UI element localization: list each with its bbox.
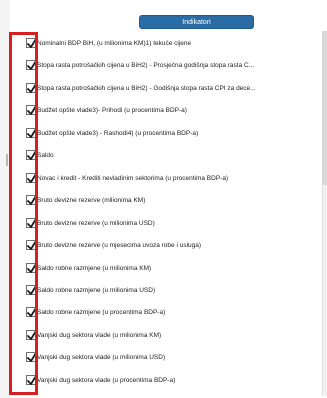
indicator-list-item[interactable]: Bruto devizne rezerve (u mjesecima uvoza… — [10, 236, 320, 258]
indicator-list-item[interactable]: Saldo robne razmjene (u milionima KM) — [10, 259, 320, 281]
indicator-label: Vanjski dug sektora vlade (u procentima … — [37, 376, 176, 384]
indicator-checkbox[interactable] — [26, 374, 37, 385]
indicator-checkbox[interactable] — [26, 307, 37, 318]
indicator-list-item[interactable]: Saldo robne razmjene (u milionima USD) — [10, 281, 320, 303]
indicator-list-item[interactable]: Bruto devizne rezerve (u milionima USD) — [10, 214, 320, 236]
indicator-label: Budžet opšte vlade3) - Rashodi4) (u proc… — [37, 129, 199, 137]
indicator-list-item[interactable]: Novac i kredit - Krediti nevladinim sekt… — [10, 169, 320, 191]
indicator-checkbox[interactable] — [26, 172, 37, 183]
panel-title-badge: Indikatori — [139, 15, 254, 29]
indicator-label: Novac i kredit - Krediti nevladinim sekt… — [37, 174, 229, 182]
indicator-list-item[interactable]: Vanjski dug sektora vlade (u procentima … — [10, 371, 320, 393]
indicator-label: Budžet opšte vlade3)- Prihodi (u procent… — [37, 107, 187, 115]
indicator-label: Bruto devizne rezerve (u mjesecima uvoza… — [37, 242, 202, 250]
indicator-list-item[interactable]: Saldo robne razmjene (u procentima BDP-a… — [10, 303, 320, 325]
indicator-label: Nominalni BDP BiH, (u milionima KM)1) te… — [37, 40, 192, 47]
indicator-list-item[interactable]: Vanjski dug sektora vlade (u milionima U… — [10, 348, 320, 370]
indicator-label: Stopa rasta potrošačkih cijena u BiH2) -… — [37, 84, 256, 92]
indicator-list-item[interactable]: Budžet opšte vlade3) - Rashodi4) (u proc… — [10, 124, 320, 146]
indicator-checkbox[interactable] — [26, 217, 37, 228]
indicator-checkbox[interactable] — [26, 262, 37, 273]
indicator-selector-window: Indikatori Nominalni BDP BiH, (u milioni… — [0, 0, 327, 398]
indicator-list-item[interactable]: Nominalni BDP BiH, (u milionima KM)1) te… — [10, 34, 320, 56]
indicator-label: Stopa rasta potrošačkih cijena u BiH2) -… — [37, 62, 255, 70]
indicator-label: Saldo robne razmjene (u procentima BDP-a… — [37, 309, 166, 317]
indicator-list-item[interactable]: Bruto devizne rezerve (milionima KM) — [10, 191, 320, 213]
indicator-list: Nominalni BDP BiH, (u milionima KM)1) te… — [10, 34, 320, 398]
indicator-checkbox[interactable] — [26, 38, 37, 48]
left-gutter — [0, 0, 10, 398]
indicator-checkbox[interactable] — [26, 150, 37, 161]
indicator-label: Saldo robne razmjene (u milionima USD) — [37, 286, 156, 294]
indicator-label: Bruto devizne rezerve (milionima KM) — [37, 197, 146, 205]
indicator-checkbox[interactable] — [26, 82, 37, 93]
indicator-label: Vanjski dug sektora vlade (u milionima K… — [37, 331, 162, 339]
indicator-list-item[interactable]: Vanjski dug sektora vlade (u milionima K… — [10, 326, 320, 348]
indicator-label: Saldo robne razmjene (u milionima KM) — [37, 264, 152, 272]
indicator-checkbox[interactable] — [26, 284, 37, 295]
panel-header: Indikatori — [10, 0, 327, 29]
indicator-checkbox[interactable] — [26, 329, 37, 340]
indicator-checkbox[interactable] — [26, 352, 37, 363]
indicator-checkbox[interactable] — [26, 60, 37, 71]
indicator-label: Saldo — [37, 152, 54, 160]
indicator-label: Vanjski dug sektora vlade (u milionima U… — [37, 354, 166, 362]
indicator-checkbox[interactable] — [26, 240, 37, 251]
indicator-list-item[interactable]: Saldo — [10, 146, 320, 168]
gutter-resize-handle[interactable] — [6, 154, 8, 166]
indicator-checkbox[interactable] — [26, 105, 37, 116]
indicator-label: Bruto devizne rezerve (u milionima USD) — [37, 219, 155, 227]
indicator-panel: Indikatori Nominalni BDP BiH, (u milioni… — [10, 0, 327, 398]
indicator-checkbox[interactable] — [26, 195, 37, 206]
indicator-list-item[interactable]: Stopa rasta potrošačkih cijena u BiH2) -… — [10, 56, 320, 78]
indicator-list-item[interactable]: Budžet opšte vlade3)- Prihodi (u procent… — [10, 101, 320, 123]
indicator-checkbox[interactable] — [26, 127, 37, 138]
scrollbar-thumb[interactable] — [322, 31, 327, 185]
indicator-list-item[interactable]: Stopa rasta potrošačkih cijena u BiH2) -… — [10, 79, 320, 101]
